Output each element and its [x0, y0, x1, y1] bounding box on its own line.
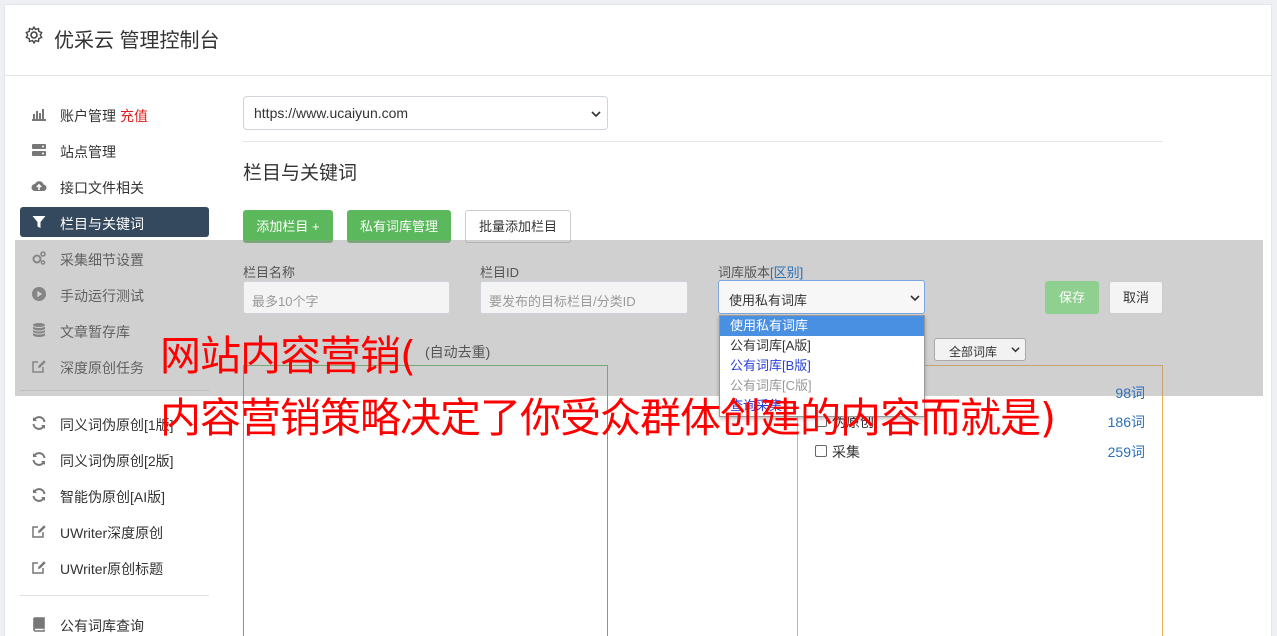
lexicon-version-select[interactable]: 使用私有词库: [718, 280, 925, 314]
edit-icon: [32, 525, 46, 538]
lexicon-filter-value: 全部词库: [949, 345, 998, 359]
sidebar-item-api-files[interactable]: 接口文件相关: [20, 171, 209, 201]
gear-icon: [25, 26, 43, 44]
site-select-value: https://www.ucaiyun.com: [254, 105, 409, 121]
lexicon-row-count: 186词: [1107, 414, 1145, 430]
add-column-button[interactable]: 添加栏目 +: [243, 210, 333, 243]
sidebar-item-label: 站点管理: [60, 144, 116, 160]
column-id-input[interactable]: 要发布的目标栏目/分类ID: [480, 281, 688, 314]
sidebar-item-columns-keywords[interactable]: 栏目与关键词: [20, 207, 209, 237]
keywords-hint: (自动去重): [425, 344, 491, 360]
sidebar-item-uwriter-deep[interactable]: UWriter深度原创: [20, 516, 209, 546]
sidebar-item-uwriter-title[interactable]: UWriter原创标题: [20, 552, 209, 582]
refresh-icon: [32, 416, 46, 430]
sidebar-item-label: 同义词伪原创[2版]: [60, 453, 174, 469]
lexicon-row-name: 采集: [832, 444, 860, 460]
chevron-down-icon: [1011, 347, 1020, 353]
watermark-line-2: 内容营销策略决定了你受众群体创建的内容而就是): [160, 394, 1056, 442]
refresh-icon: [32, 488, 46, 502]
lexicon-row[interactable]: 采集 259词: [815, 442, 1145, 462]
column-name-label: 栏目名称: [243, 265, 296, 280]
cloud-upload-icon: [31, 181, 47, 192]
column-name-placeholder: 最多10个字: [252, 294, 319, 309]
sidebar-item-synonym-v2[interactable]: 同义词伪原创[2版]: [20, 444, 209, 474]
dropdown-option[interactable]: 公有词库[B版]: [720, 356, 924, 376]
header: 优采云 管理控制台: [5, 5, 1271, 76]
column-id-placeholder: 要发布的目标栏目/分类ID: [489, 294, 636, 309]
dropdown-option[interactable]: 使用私有词库: [720, 316, 924, 336]
chevron-down-icon: [591, 111, 601, 118]
book-icon: [33, 617, 45, 632]
server-icon: [32, 144, 46, 156]
page-title: 优采云 管理控制台: [54, 30, 220, 52]
sidebar-divider: [20, 595, 209, 596]
lexicon-version-label: 词库版本[区别]: [718, 262, 803, 281]
checkbox[interactable]: [815, 445, 827, 457]
sidebar-item-label: 同义词伪原创[1版]: [60, 417, 174, 433]
bar-chart-icon: [32, 109, 46, 121]
chevron-down-icon: [910, 295, 920, 302]
batch-add-column-button[interactable]: 批量添加栏目: [465, 210, 571, 243]
edit-icon: [32, 561, 46, 574]
private-lexicon-button[interactable]: 私有词库管理: [347, 210, 451, 243]
sidebar-item-label: 栏目与关键词: [60, 216, 144, 232]
save-button[interactable]: 保存: [1045, 281, 1099, 314]
sidebar-item-ai-rewrite[interactable]: 智能伪原创[AI版]: [20, 480, 209, 510]
sidebar-item-sites[interactable]: 站点管理: [20, 135, 209, 165]
column-id-label: 栏目ID: [480, 265, 520, 280]
lexicon-filter-select[interactable]: 全部词库: [934, 338, 1026, 361]
cancel-button[interactable]: 取消: [1109, 281, 1163, 314]
filter-icon: [32, 216, 46, 228]
site-select[interactable]: https://www.ucaiyun.com: [243, 96, 608, 130]
sidebar-item-label: 智能伪原创[AI版]: [60, 489, 166, 505]
section-title: 栏目与关键词: [243, 163, 358, 184]
dropdown-option[interactable]: 公有词库[A版]: [720, 336, 924, 356]
sidebar-item-label: 公有词库查询: [60, 618, 144, 634]
sidebar-item-label: 接口文件相关: [60, 180, 144, 196]
refresh-icon: [32, 452, 46, 466]
recharge-link[interactable]: 充值: [120, 108, 148, 124]
lexicon-version-text: 词库版本: [718, 265, 771, 280]
lexicon-select-value: 使用私有词库: [729, 293, 808, 308]
column-name-input[interactable]: 最多10个字: [243, 281, 450, 314]
sidebar-item-label: 账户管理: [60, 108, 116, 124]
divider: [243, 141, 1163, 142]
sidebar-item-public-lexicon[interactable]: 公有词库查询: [20, 609, 209, 636]
lexicon-diff-link[interactable]: [区别]: [770, 265, 803, 280]
lexicon-row-count: 98词: [1115, 385, 1145, 401]
sidebar-item-account[interactable]: 账户管理 充值: [20, 99, 209, 129]
sidebar-item-label: UWriter深度原创: [60, 525, 164, 541]
lexicon-row-count: 259词: [1107, 444, 1145, 460]
sidebar-item-label: UWriter原创标题: [60, 561, 164, 577]
watermark-line-1: 网站内容营销(: [160, 332, 416, 380]
